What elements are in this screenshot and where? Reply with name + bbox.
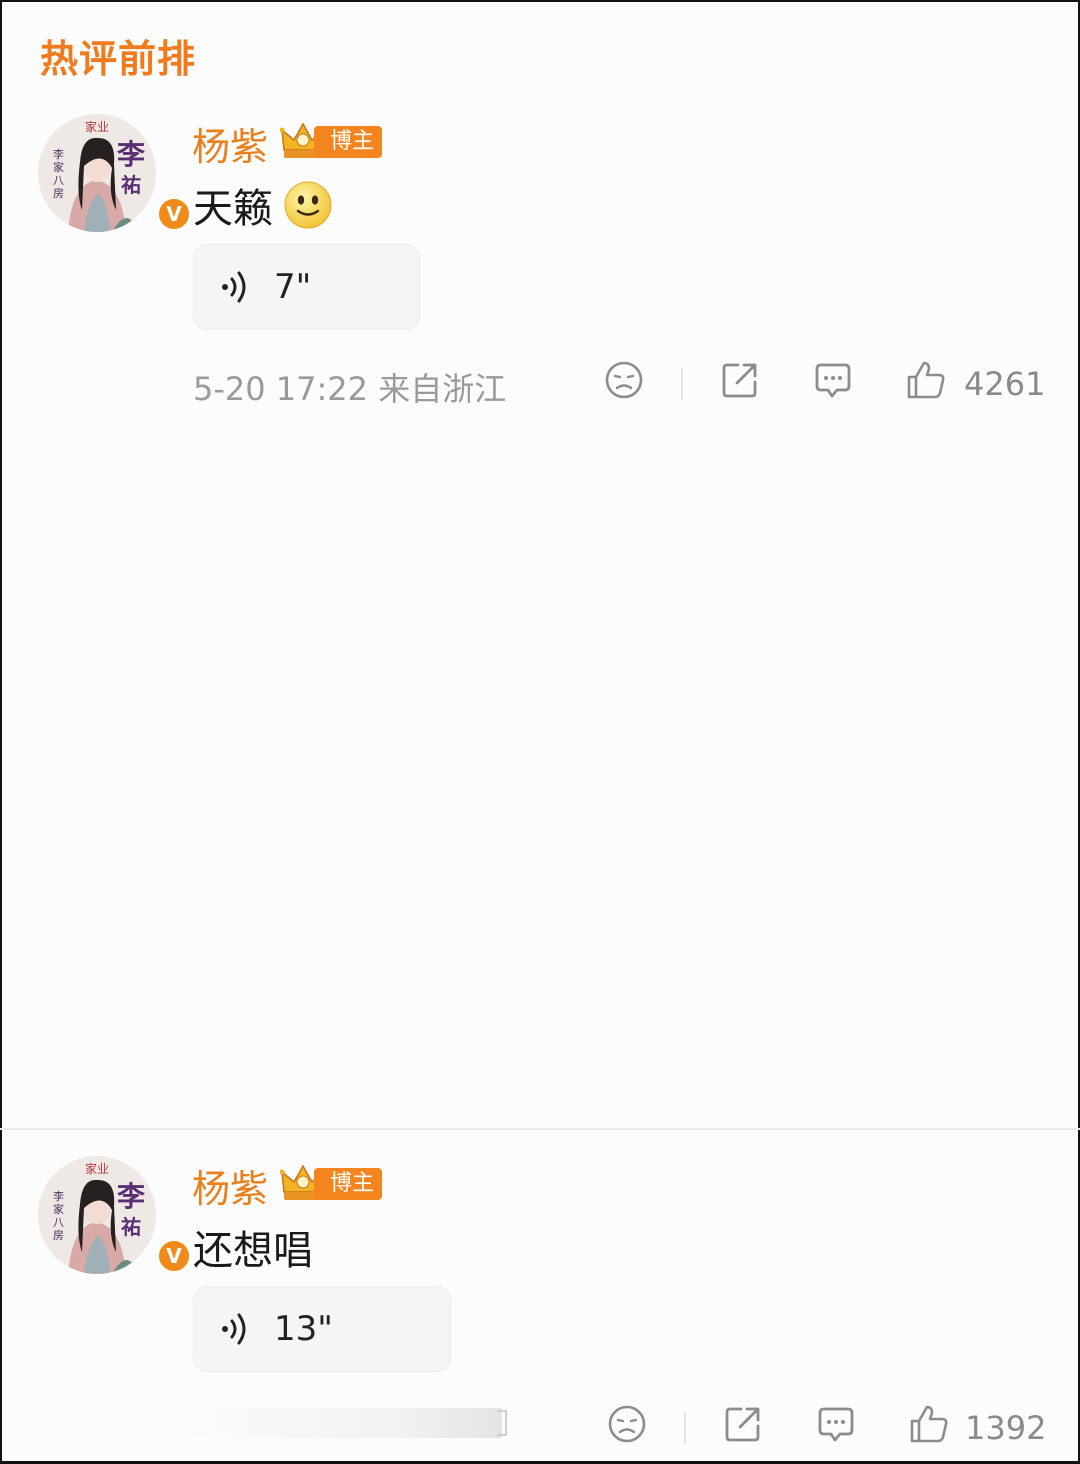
blogger-badge: 博主 [280, 1162, 384, 1202]
comment-icon[interactable] [813, 360, 853, 400]
obscured-meta-edge [497, 1410, 507, 1436]
avatar[interactable]: 家业 李 祐 李 家 八 房 V [38, 114, 192, 232]
verified-badge-icon: V [156, 1238, 192, 1274]
section-title: 热评前排 [40, 37, 197, 81]
comment-divider [0, 1128, 1080, 1130]
smiley-emoji-icon [284, 181, 332, 229]
svg-text:家: 家 [53, 1202, 64, 1216]
badge-label: 博主 [314, 1168, 382, 1200]
svg-text:李: 李 [117, 138, 145, 171]
svg-text:李: 李 [53, 1189, 64, 1203]
share-icon[interactable] [720, 360, 760, 400]
comment-text-row: 天籁 [193, 176, 333, 234]
svg-text:房: 房 [53, 1229, 64, 1242]
action-separator [681, 368, 683, 400]
comment-text: 天籁 [193, 186, 273, 232]
like-count: 4261 [964, 365, 1046, 403]
comment-text-row: 还想唱 [193, 1218, 313, 1276]
svg-text:八: 八 [53, 1216, 64, 1229]
voice-message[interactable]: 13" [193, 1286, 451, 1372]
thumbs-up-icon[interactable] [906, 360, 946, 400]
author-name[interactable]: 杨紫 [192, 116, 268, 171]
avatar[interactable]: 家业 李 祐 李 家 八 房 V [38, 1156, 192, 1274]
svg-text:家: 家 [53, 160, 64, 174]
like-count: 1392 [965, 1409, 1047, 1447]
svg-text:祐: 祐 [121, 1215, 141, 1239]
sad-face-icon[interactable] [604, 360, 644, 400]
comment-icon[interactable] [816, 1404, 856, 1444]
voice-duration: 13" [274, 1309, 333, 1349]
sound-wave-icon [222, 271, 246, 303]
avatar-poster-text: 家业 [85, 119, 109, 134]
svg-text:八: 八 [53, 174, 64, 187]
comment-actions: 1392 [0, 1404, 1080, 1454]
svg-text:家业: 家业 [85, 1161, 109, 1176]
comment-actions: 4261 [0, 360, 1080, 410]
badge-label: 博主 [314, 126, 382, 158]
share-icon[interactable] [723, 1404, 763, 1444]
voice-duration: 7" [274, 267, 312, 307]
author-name[interactable]: 杨紫 [192, 1158, 268, 1213]
comment-text: 还想唱 [193, 1228, 313, 1274]
svg-text:房: 房 [53, 187, 64, 200]
svg-text:祐: 祐 [121, 173, 141, 197]
voice-message[interactable]: 7" [193, 244, 420, 330]
svg-text:李: 李 [117, 1180, 145, 1213]
sad-face-icon[interactable] [607, 1404, 647, 1444]
verified-badge-icon: V [156, 196, 192, 232]
action-separator [684, 1412, 686, 1444]
obscured-meta [180, 1408, 502, 1438]
thumbs-up-icon[interactable] [909, 1404, 949, 1444]
svg-text:李: 李 [53, 147, 64, 161]
sound-wave-icon [222, 1313, 246, 1345]
blogger-badge: 博主 [280, 120, 384, 160]
